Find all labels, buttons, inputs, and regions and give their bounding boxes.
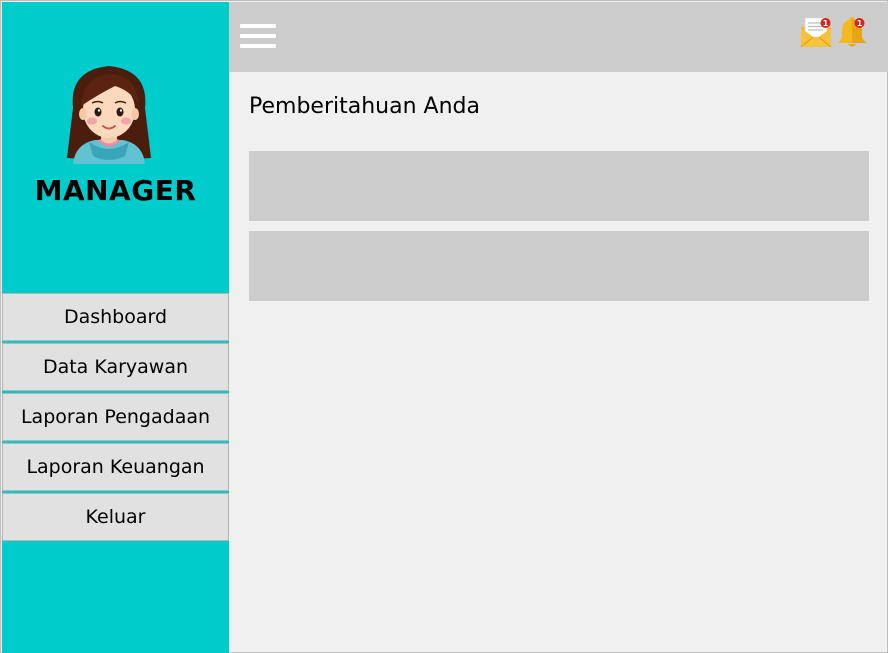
role-title: MANAGER bbox=[34, 174, 197, 207]
sidebar: MANAGER Dashboard Data Karyawan Laporan … bbox=[2, 2, 229, 653]
bell-icon[interactable]: 1 bbox=[835, 15, 869, 49]
sidebar-item-dashboard[interactable]: Dashboard bbox=[2, 293, 229, 341]
sidebar-item-laporan-pengadaan[interactable]: Laporan Pengadaan bbox=[2, 393, 229, 441]
bell-badge: 1 bbox=[857, 19, 863, 28]
mail-icon[interactable]: 1 bbox=[799, 15, 833, 49]
sidebar-item-keluar[interactable]: Keluar bbox=[2, 493, 229, 541]
hamburger-icon[interactable] bbox=[240, 22, 276, 50]
woman-avatar-icon bbox=[67, 66, 151, 164]
sidebar-item-data-karyawan[interactable]: Data Karyawan bbox=[2, 343, 229, 391]
top-bar: 1 1 bbox=[229, 2, 888, 72]
sidebar-menu: Dashboard Data Karyawan Laporan Pengadaa… bbox=[2, 293, 229, 543]
app-window: MANAGER Dashboard Data Karyawan Laporan … bbox=[0, 0, 888, 653]
notification-card[interactable] bbox=[249, 151, 869, 221]
sidebar-item-laporan-keuangan[interactable]: Laporan Keuangan bbox=[2, 443, 229, 491]
page-title: Pemberitahuan Anda bbox=[249, 94, 480, 119]
mail-badge: 1 bbox=[823, 19, 829, 28]
notification-card[interactable] bbox=[249, 231, 869, 301]
